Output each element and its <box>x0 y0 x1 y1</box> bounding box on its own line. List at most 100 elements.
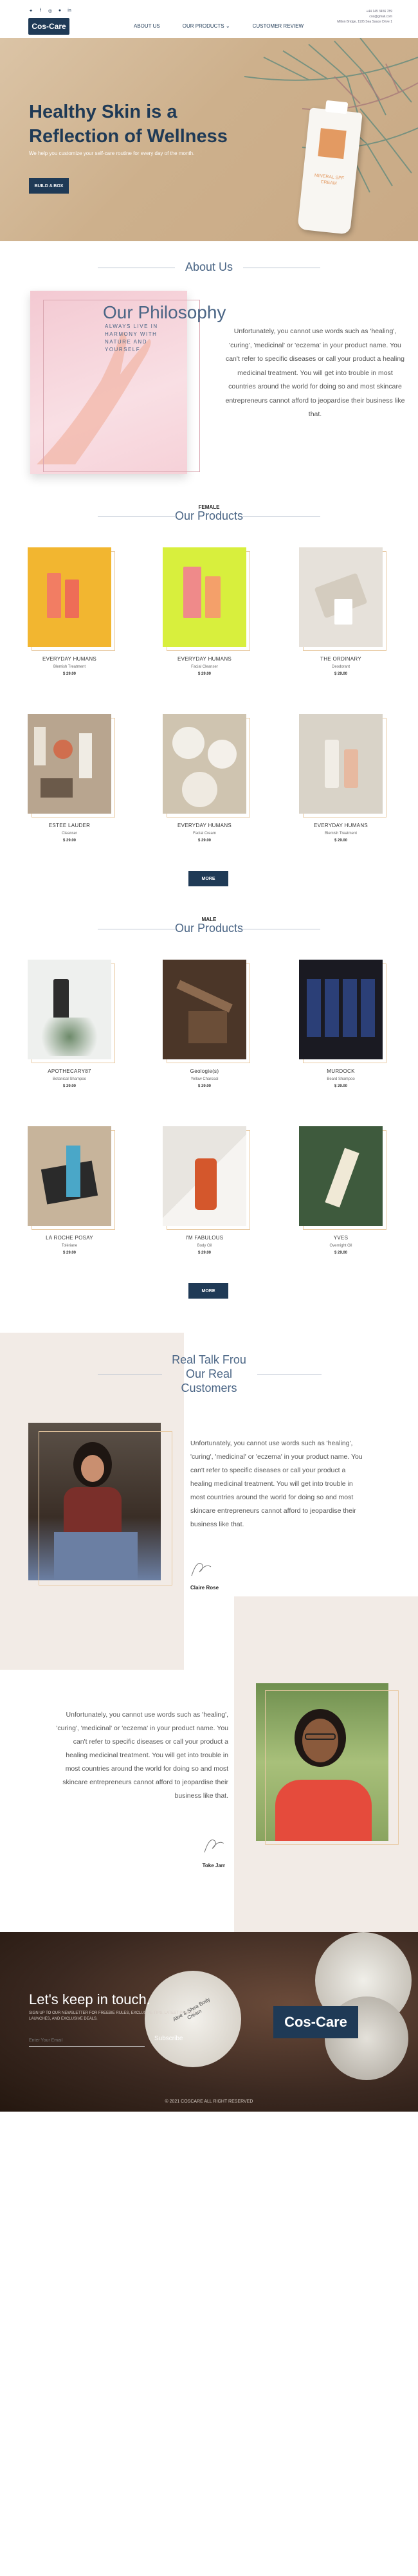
hero-title: Healthy Skin is a Reflection of Wellness <box>29 102 228 147</box>
product-card[interactable]: I'M FABULOUS Body Oil $ 29.00 <box>163 1126 250 1255</box>
chevron-down-icon: ⌄ <box>225 23 230 29</box>
product-image <box>299 714 383 814</box>
product-card[interactable]: YVES Overnight Oil $ 29.00 <box>299 1126 386 1255</box>
product-image <box>299 547 383 647</box>
signature-icon <box>191 1563 212 1576</box>
product-type: Blemish Treatment <box>324 832 358 836</box>
logo[interactable]: Cos-Care <box>28 18 69 35</box>
product-card[interactable]: Geologie(s) Yellow Charcoal $ 29.00 <box>163 960 250 1088</box>
image-frame <box>265 1690 399 1845</box>
product-image <box>163 960 246 1059</box>
product-type: Beard Shampoo <box>327 1077 355 1081</box>
product-price: $ 29.00 <box>334 1251 348 1255</box>
philosophy-tagline: ALWAYS LIVE IN HARMONY WITH NATURE AND Y… <box>105 324 158 352</box>
product-name: Geologie(s) <box>190 1068 219 1074</box>
reviewer-name: Claire Rose <box>190 1585 219 1591</box>
product-image <box>28 714 111 814</box>
product-card[interactable]: EVERYDAY HUMANS Blemish Treatment $ 29.0… <box>299 714 386 843</box>
nav-about-us[interactable]: ABOUT US <box>134 23 160 29</box>
review-text: Unfortunately, you cannot use words such… <box>190 1439 363 1528</box>
product-card[interactable]: APOTHECARY87 Botanical Shampoo $ 29.00 <box>28 960 115 1088</box>
product-type: Facial Cream <box>193 832 216 836</box>
contact-phone: +44 145 3456 789 <box>366 10 392 14</box>
product-price: $ 29.00 <box>197 1084 212 1088</box>
tube-label: MINERAL SPF CREAM <box>314 173 345 187</box>
product-type: Cleanser <box>61 832 77 836</box>
product-type: Body Oil <box>197 1244 212 1248</box>
product-card[interactable]: EVERYDAY HUMANS Blemish Treatment $ 29.0… <box>28 547 115 676</box>
product-price: $ 29.00 <box>334 672 348 676</box>
nav-customer-review[interactable]: CUSTOMER REVIEW <box>253 23 304 29</box>
review-text: Unfortunately, you cannot use words such… <box>56 1711 228 1800</box>
product-image <box>28 547 111 647</box>
product-price: $ 29.00 <box>62 1084 77 1088</box>
main-nav: ABOUT US OUR PRODUCTS ⌄ CUSTOMER REVIEW <box>134 23 304 29</box>
product-name: ESTEE LAUDER <box>48 823 91 828</box>
review-body: Unfortunately, you cannot use words such… <box>190 1437 365 1531</box>
reviews-title: Real Talk Frou Our Real Customers <box>172 1353 246 1394</box>
product-price: $ 29.00 <box>197 672 212 676</box>
product-price: $ 29.00 <box>197 839 212 843</box>
product-name: I'M FABULOUS <box>185 1235 224 1241</box>
product-card[interactable]: EVERYDAY HUMANS Facial Cream $ 29.00 <box>163 714 250 843</box>
product-name: EVERYDAY HUMANS <box>42 656 97 662</box>
product-type: Deodorant <box>331 665 350 669</box>
product-price: $ 29.00 <box>334 839 348 843</box>
hero-subtitle: We help you customize your self-care rou… <box>29 151 195 156</box>
product-image <box>163 1126 246 1226</box>
linkedin-icon[interactable]: in <box>67 8 72 14</box>
tube-logo <box>318 128 347 160</box>
hero-banner: MINERAL SPF CREAM Healthy Skin is a Refl… <box>0 38 418 241</box>
footer-logo[interactable]: Cos-Care <box>273 2006 358 2038</box>
product-card[interactable]: LA ROCHE POSAY Tolériane $ 29.00 <box>28 1126 115 1255</box>
product-name: MURDOCK <box>327 1068 355 1074</box>
product-card[interactable]: MURDOCK Beard Shampoo $ 29.00 <box>299 960 386 1088</box>
product-name: EVERYDAY HUMANS <box>177 656 232 662</box>
product-price: $ 29.00 <box>334 1084 348 1088</box>
contact-info: +44 145 3456 789 cos@gmail.com Milton Br… <box>337 9 392 24</box>
product-card[interactable]: ESTEE LAUDER Cleanser $ 29.00 <box>28 714 115 843</box>
email-input[interactable] <box>29 2035 145 2047</box>
nav-our-products-label: OUR PRODUCTS <box>182 23 224 29</box>
product-name: EVERYDAY HUMANS <box>177 823 232 828</box>
product-image <box>299 960 383 1059</box>
nav-our-products[interactable]: OUR PRODUCTS ⌄ <box>183 23 230 29</box>
tube-cap <box>325 100 349 114</box>
product-type: Facial Cleanser <box>191 665 218 669</box>
product-image <box>28 960 111 1059</box>
product-name: YVES <box>333 1235 349 1241</box>
footer-subtitle: SIGN UP TO OUR NEWSLETTER FOR FREEBIE RU… <box>29 2011 199 2021</box>
product-image <box>163 714 246 814</box>
philosophy-body: Unfortunately, you cannot use words such… <box>225 327 405 418</box>
product-image <box>299 1126 383 1226</box>
build-a-box-button[interactable]: BUILD A BOX <box>29 178 69 194</box>
product-price: $ 29.00 <box>197 1251 212 1255</box>
product-image <box>28 1126 111 1226</box>
product-price: $ 29.00 <box>62 1251 77 1255</box>
reviewer-name: Toke Jarr <box>202 1863 225 1868</box>
product-type: Yellow Charcoal <box>190 1077 219 1081</box>
product-type: Botanical Shampoo <box>52 1077 87 1081</box>
signature-icon <box>204 1840 224 1853</box>
contact-email: cos@gmail.com <box>369 15 392 19</box>
male-more-button[interactable]: MORE <box>188 1283 228 1299</box>
instagram-icon[interactable]: ◎ <box>48 8 53 14</box>
product-card[interactable]: EVERYDAY HUMANS Facial Cleanser $ 29.00 <box>163 547 250 676</box>
female-products-title: Our Products <box>174 509 244 522</box>
social-links: ✦ f ◎ ● in <box>28 8 72 14</box>
male-products-title: Our Products <box>174 922 244 935</box>
twitter-icon[interactable]: ✦ <box>28 8 33 14</box>
pinterest-icon[interactable]: ● <box>57 8 62 14</box>
copyright: © 2021 COSCARE ALL RIGHT RESERVED <box>165 2099 253 2104</box>
product-price: $ 29.00 <box>62 672 77 676</box>
female-more-button[interactable]: MORE <box>188 871 228 886</box>
subscribe-button[interactable]: Subscribe <box>154 2035 183 2042</box>
facebook-icon[interactable]: f <box>38 8 43 14</box>
product-name: EVERYDAY HUMANS <box>313 823 368 828</box>
footer-title: Let's keep in touch. <box>29 1991 150 2007</box>
product-name: APOTHECARY87 <box>48 1068 91 1074</box>
product-type: Tolériane <box>61 1244 78 1248</box>
product-type: Blemish Treatment <box>53 665 86 669</box>
product-card[interactable]: THE ORDINARY Deodorant $ 29.00 <box>299 547 386 676</box>
contact-address: Milton Bridge, 1105 Sea Sauce Drive 1 <box>337 20 392 24</box>
